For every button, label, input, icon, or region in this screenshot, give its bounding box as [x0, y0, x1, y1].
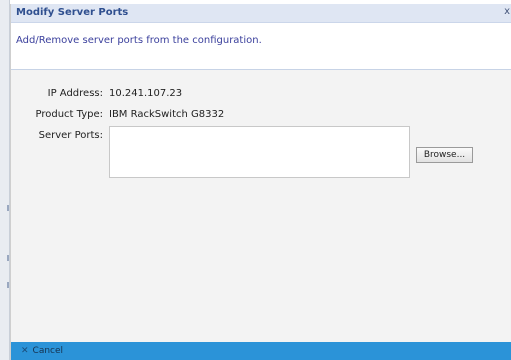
close-icon[interactable]: x	[504, 6, 510, 17]
ip-address-label: IP Address:	[47, 88, 103, 99]
side-panel-edge	[0, 0, 10, 360]
dialog-header: Add/Remove server ports from the configu…	[11, 23, 511, 70]
ip-address-value: 10.241.107.23	[109, 88, 183, 99]
server-ports-label: Server Ports:	[38, 130, 103, 141]
dialog-description: Add/Remove server ports from the configu…	[16, 35, 262, 46]
cancel-label: Cancel	[32, 346, 64, 356]
dialog-titlebar: Modify Server Ports x	[11, 4, 511, 23]
product-type-value: IBM RackSwitch G8332	[109, 109, 225, 120]
panel-edge-marker	[7, 255, 9, 261]
modify-server-ports-dialog: Modify Server Ports x Add/Remove server …	[10, 4, 511, 360]
panel-edge-marker	[7, 205, 9, 211]
product-type-label: Product Type:	[35, 109, 104, 120]
cancel-button[interactable]: ✕ Cancel	[21, 344, 63, 358]
server-ports-input[interactable]	[109, 126, 410, 178]
browse-button[interactable]: Browse...	[416, 147, 473, 163]
cancel-icon: ✕	[21, 346, 29, 356]
dialog-footer: ✕ Cancel	[11, 342, 511, 360]
dialog-title: Modify Server Ports	[16, 7, 129, 18]
panel-edge-marker	[7, 282, 9, 288]
